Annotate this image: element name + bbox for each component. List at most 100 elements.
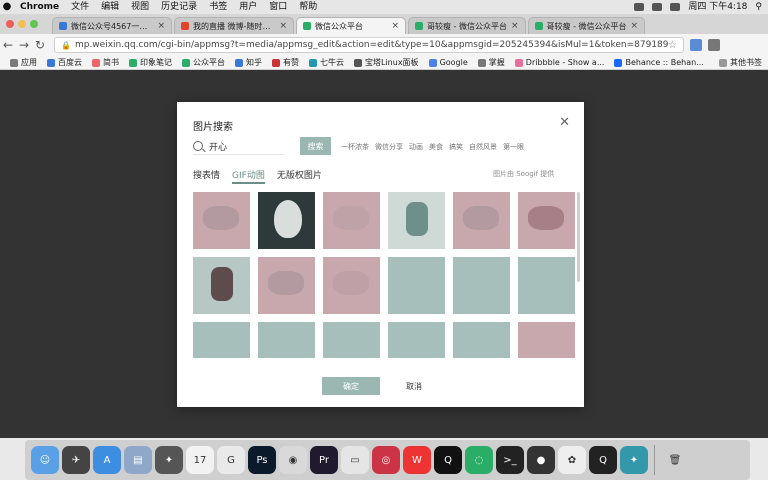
tab-free-images[interactable]: 无版权图片 bbox=[277, 168, 322, 184]
keynote-icon[interactable]: ▭ bbox=[341, 446, 369, 474]
clock[interactable]: 周四 下午4:18 bbox=[688, 0, 747, 14]
bookmark-item[interactable]: 七牛云 bbox=[309, 57, 344, 68]
browser-tab[interactable]: 微信公众号4567一百度脑图 × bbox=[52, 17, 172, 34]
image-result-thumb[interactable] bbox=[258, 192, 315, 249]
cancel-button[interactable]: 取消 bbox=[406, 381, 422, 392]
image-result-thumb[interactable] bbox=[518, 192, 575, 249]
bookmark-item[interactable]: Dribbble - Show a... bbox=[514, 58, 604, 67]
bookmark-item[interactable]: 印象笔记 bbox=[129, 57, 172, 68]
image-result-thumb[interactable] bbox=[518, 257, 575, 314]
spotlight-icon[interactable]: ⚲ bbox=[755, 0, 762, 14]
hot-tag[interactable]: 微信分享 bbox=[375, 142, 403, 152]
image-result-thumb[interactable] bbox=[258, 257, 315, 314]
launchpad-icon[interactable]: ✈ bbox=[62, 446, 90, 474]
wps-icon[interactable]: W bbox=[403, 446, 431, 474]
bookmark-item[interactable]: 简书 bbox=[92, 57, 119, 68]
browser-tab[interactable]: 哥较瘦 - 微信公众平台 × bbox=[527, 17, 646, 34]
image-result-thumb[interactable] bbox=[193, 322, 250, 358]
address-bar[interactable]: 🔒 mp.weixin.qq.com/cgi-bin/appmsg?t=medi… bbox=[54, 37, 684, 53]
close-window-icon[interactable] bbox=[6, 20, 14, 28]
tab-close-icon[interactable]: × bbox=[391, 21, 399, 31]
extension-icon[interactable] bbox=[690, 39, 702, 51]
minimize-window-icon[interactable] bbox=[18, 20, 26, 28]
zoom-window-icon[interactable] bbox=[30, 20, 38, 28]
image-result-thumb[interactable] bbox=[453, 192, 510, 249]
app-store-icon[interactable]: A bbox=[93, 446, 121, 474]
trash-icon[interactable]: 🗑 bbox=[661, 446, 689, 474]
search-button[interactable]: 搜索 bbox=[300, 137, 331, 155]
bird-app-icon[interactable]: ✦ bbox=[620, 446, 648, 474]
tab-close-icon[interactable]: × bbox=[631, 21, 639, 31]
rocket-icon[interactable]: ✦ bbox=[155, 446, 183, 474]
qq-icon[interactable]: Q bbox=[434, 446, 462, 474]
screen-recorder-icon[interactable]: ● bbox=[527, 446, 555, 474]
results-scrollbar[interactable] bbox=[577, 192, 580, 282]
menu-edit[interactable]: 编辑 bbox=[95, 0, 125, 14]
hot-tag[interactable]: 动画 bbox=[409, 142, 423, 152]
tab-close-icon[interactable]: × bbox=[279, 21, 287, 31]
chrome-menu-icon[interactable] bbox=[708, 39, 720, 51]
wifi-icon[interactable] bbox=[634, 3, 645, 11]
image-result-thumb[interactable] bbox=[453, 322, 510, 358]
menu-history[interactable]: 历史记录 bbox=[155, 0, 203, 14]
menu-app-name[interactable]: Chrome bbox=[14, 0, 65, 14]
menu-file[interactable]: 文件 bbox=[65, 0, 95, 14]
hot-tag[interactable]: 第一眼 bbox=[503, 142, 524, 152]
close-icon[interactable]: ✕ bbox=[559, 115, 570, 130]
image-result-thumb[interactable] bbox=[323, 192, 380, 249]
bookmark-apps[interactable]: 应用 bbox=[10, 57, 37, 68]
image-result-thumb[interactable] bbox=[388, 257, 445, 314]
bookmark-item[interactable]: 有赞 bbox=[272, 57, 299, 68]
wechat-icon[interactable]: ◌ bbox=[465, 446, 493, 474]
hot-tag[interactable]: 搞笑 bbox=[449, 142, 463, 152]
photos-icon[interactable]: ✿ bbox=[558, 446, 586, 474]
photoshop-icon[interactable]: Ps bbox=[248, 446, 276, 474]
menu-window[interactable]: 窗口 bbox=[263, 0, 293, 14]
url-text[interactable]: mp.weixin.qq.com/cgi-bin/appmsg?t=media/… bbox=[75, 40, 668, 50]
menu-help[interactable]: 帮助 bbox=[293, 0, 323, 14]
lock-icon[interactable]: 🔒 bbox=[61, 41, 71, 50]
terminal-icon[interactable]: >_ bbox=[496, 446, 524, 474]
quicktime-icon[interactable]: Q bbox=[589, 446, 617, 474]
bookmark-item[interactable]: 宝塔Linux面板 bbox=[354, 57, 419, 68]
menu-bookmarks[interactable]: 书签 bbox=[203, 0, 233, 14]
back-icon[interactable]: ← bbox=[0, 38, 16, 52]
image-result-thumb[interactable] bbox=[388, 192, 445, 249]
image-result-thumb[interactable] bbox=[323, 322, 380, 358]
chrome-icon[interactable]: ◉ bbox=[279, 446, 307, 474]
circle-app-icon[interactable]: ◎ bbox=[372, 446, 400, 474]
image-result-thumb[interactable] bbox=[518, 322, 575, 358]
preview-icon[interactable]: ▤ bbox=[124, 446, 152, 474]
confirm-button[interactable]: 确定 bbox=[322, 377, 380, 395]
menu-view[interactable]: 视图 bbox=[125, 0, 155, 14]
browser-tab-active[interactable]: 微信公众平台 × bbox=[296, 17, 406, 34]
reload-icon[interactable]: ↻ bbox=[32, 38, 48, 52]
image-result-thumb[interactable] bbox=[453, 257, 510, 314]
calendar-icon[interactable]: 17 bbox=[186, 446, 214, 474]
tab-emoji[interactable]: 搜表情 bbox=[193, 168, 220, 184]
gif-tool-icon[interactable]: G bbox=[217, 446, 245, 474]
bookmark-star-icon[interactable]: ☆ bbox=[668, 40, 677, 51]
image-result-thumb[interactable] bbox=[193, 192, 250, 249]
volume-icon[interactable] bbox=[652, 3, 663, 11]
apple-logo-icon[interactable]: ● bbox=[0, 0, 14, 14]
image-result-thumb[interactable] bbox=[258, 322, 315, 358]
image-result-thumb[interactable] bbox=[193, 257, 250, 314]
bookmark-item[interactable]: Google bbox=[428, 58, 468, 67]
search-input[interactable] bbox=[209, 141, 279, 151]
tab-close-icon[interactable]: × bbox=[511, 21, 519, 31]
bookmark-item[interactable]: 公众平台 bbox=[182, 57, 225, 68]
browser-tab[interactable]: 我的直播 微博-随时随地发现新 × bbox=[174, 17, 294, 34]
image-result-thumb[interactable] bbox=[323, 257, 380, 314]
bookmark-item[interactable]: Behance :: Behan... bbox=[614, 58, 704, 67]
hot-tag[interactable]: 美食 bbox=[429, 142, 443, 152]
premiere-icon[interactable]: Pr bbox=[310, 446, 338, 474]
tab-gif[interactable]: GIF动图 bbox=[232, 168, 265, 184]
forward-icon[interactable]: → bbox=[16, 38, 32, 52]
image-result-thumb[interactable] bbox=[388, 322, 445, 358]
bookmark-item[interactable]: 掌握 bbox=[477, 57, 505, 68]
battery-icon[interactable] bbox=[670, 3, 681, 11]
bookmark-other[interactable]: 其他书签 bbox=[719, 57, 762, 68]
hot-tag[interactable]: 一杯浓茶 bbox=[341, 142, 369, 152]
bookmark-item[interactable]: 知乎 bbox=[235, 57, 262, 68]
